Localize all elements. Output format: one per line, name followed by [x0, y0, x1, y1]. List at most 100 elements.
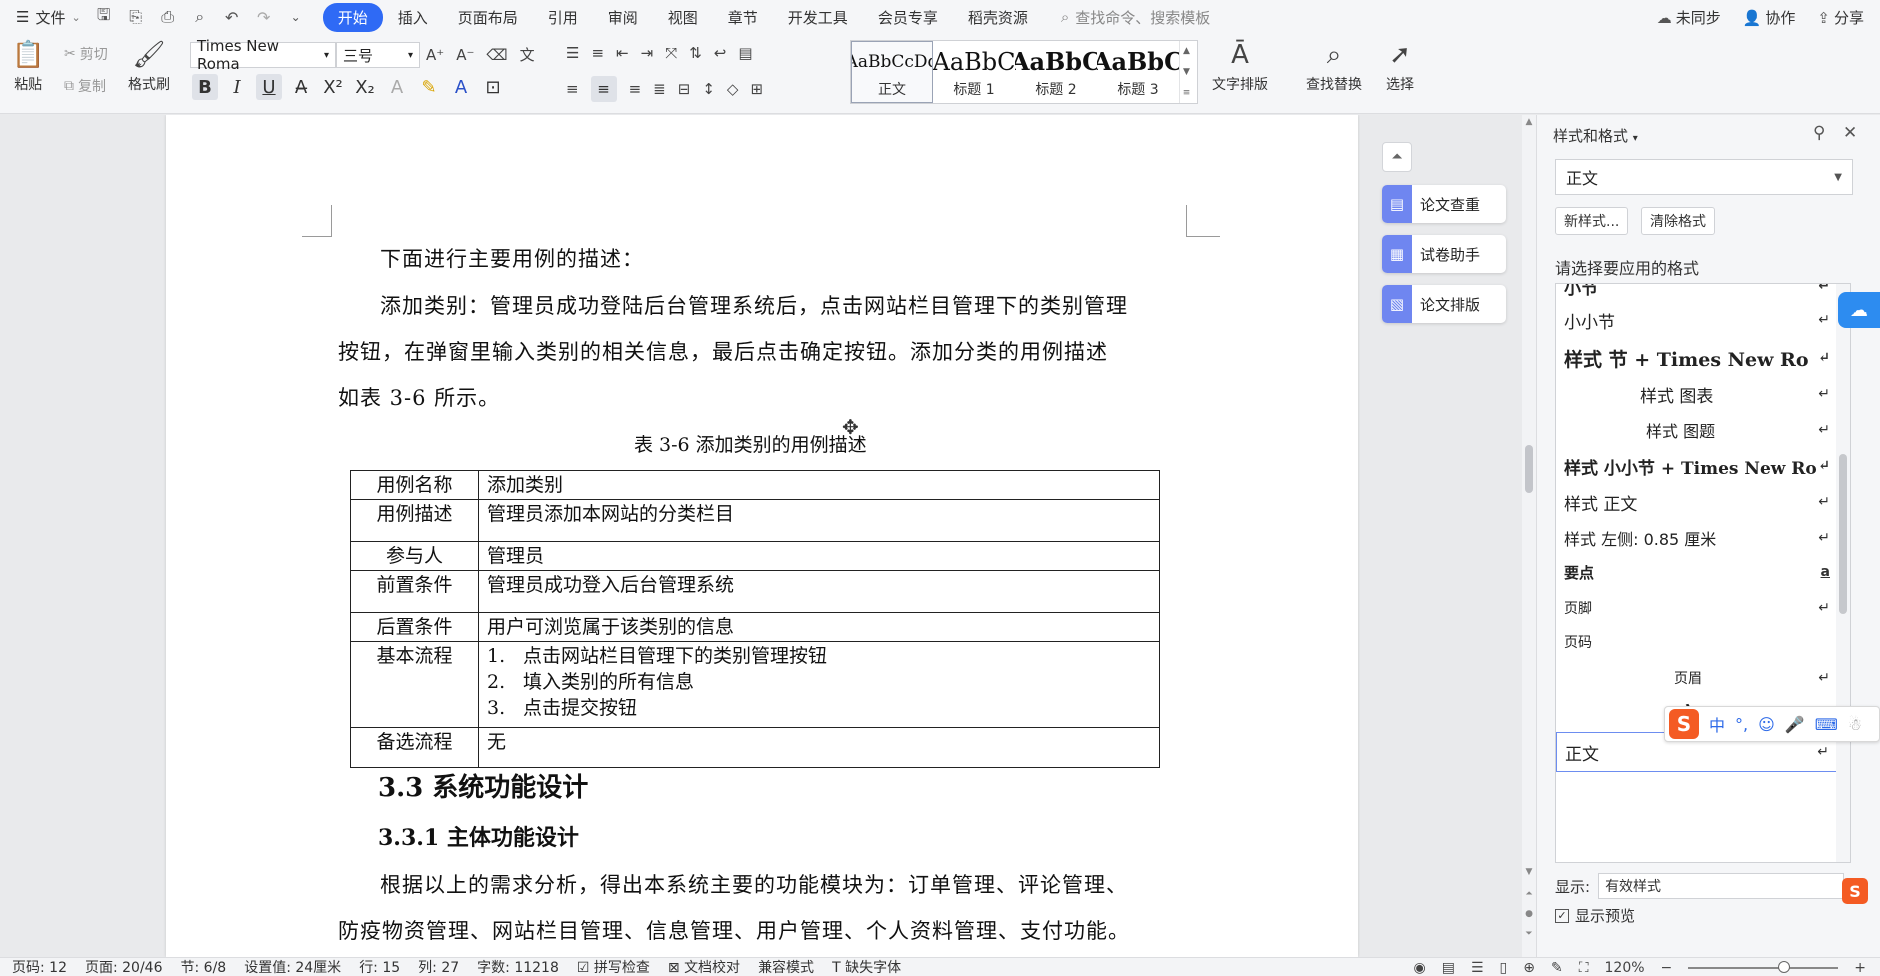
select-button[interactable]: ➚ 选择	[1386, 36, 1414, 94]
keyboard-icon[interactable]: ⌨	[1815, 715, 1838, 734]
text-layout-button[interactable]: Ā 文字排版	[1212, 36, 1268, 94]
status-word-count[interactable]: 字数: 11218	[477, 957, 559, 976]
subscript-button[interactable]: X₂	[352, 74, 378, 100]
tab-docer[interactable]: 稻壳资源	[953, 3, 1043, 32]
bold-button[interactable]: B	[192, 74, 218, 100]
zoom-slider-knob[interactable]	[1778, 960, 1791, 973]
style-item-section-tnr[interactable]: 样式 节 + Times New Ro ↵	[1556, 338, 1838, 378]
show-marks-icon[interactable]: ↩	[714, 44, 727, 62]
show-preview-checkbox[interactable]: ✓ 显示预览	[1555, 905, 1635, 926]
table-cell-key[interactable]: 后置条件	[350, 612, 479, 642]
clear-format-icon[interactable]: ⌫	[486, 46, 507, 64]
grow-font-icon[interactable]: A⁺	[426, 46, 444, 64]
sync-status[interactable]: ☁ 未同步	[1657, 7, 1721, 28]
increase-indent-icon[interactable]: ⇥	[641, 44, 654, 62]
tab-home[interactable]: 开始	[322, 2, 383, 32]
save-icon[interactable]: 🖫	[95, 4, 113, 31]
exam-assistant-button[interactable]: ▦ 试卷助手	[1382, 235, 1506, 273]
style-item-page-number[interactable]: 页码	[1556, 622, 1838, 662]
fit-page-icon[interactable]: ⛶	[1579, 960, 1589, 976]
emoji-icon[interactable]: ☺	[1758, 715, 1775, 734]
document-scrollbar[interactable]: ▲ ▼ ⏶ ● ⏷	[1522, 115, 1536, 957]
table-cell-value[interactable]: 管理员添加本网站的分类栏目	[478, 499, 1160, 542]
tab-review[interactable]: 审阅	[593, 3, 653, 32]
cloud-service-icon[interactable]: ☁	[1838, 292, 1880, 328]
next-page-icon[interactable]: ⏷	[1522, 929, 1536, 939]
shrink-font-icon[interactable]: A⁻	[456, 46, 474, 64]
scroll-thumb[interactable]	[1839, 454, 1847, 614]
justify-icon[interactable]: ≣	[653, 80, 666, 98]
clear-format-button[interactable]: 清除格式	[1641, 207, 1715, 235]
tab-references[interactable]: 引用	[533, 3, 593, 32]
style-item-keypoint[interactable]: 要点 a	[1556, 552, 1838, 592]
new-style-button[interactable]: 新样式...	[1555, 207, 1629, 235]
style-heading-1[interactable]: AaBbC 标题 1	[933, 41, 1015, 103]
underline-button[interactable]: U	[256, 74, 282, 100]
table-cell-key[interactable]: 用例描述	[350, 499, 479, 542]
style-item-chart[interactable]: 样式 图表 ↵	[1556, 374, 1838, 414]
status-pages[interactable]: 页面: 20/46	[85, 957, 163, 976]
table-cell-value[interactable]: 管理员	[478, 541, 1160, 571]
chinese-layout-icon[interactable]: ⤧	[665, 44, 677, 62]
zoom-in-icon[interactable]: +	[1854, 960, 1866, 976]
export-pdf-icon[interactable]: ⎘	[127, 7, 145, 27]
table-cell-key[interactable]: 前置条件	[350, 570, 479, 613]
table-cell-value[interactable]: 无	[478, 727, 1160, 768]
status-section[interactable]: 节: 6/8	[181, 957, 227, 976]
style-normal[interactable]: AaBbCcDd 正文	[851, 41, 933, 103]
tab-page-layout[interactable]: 页面布局	[443, 3, 533, 32]
paper-check-button[interactable]: ▤ 论文查重	[1382, 185, 1506, 223]
table-cell-value[interactable]: 添加类别	[478, 470, 1160, 500]
align-center-icon[interactable]: ≡	[590, 76, 617, 102]
undo-icon[interactable]: ↶	[223, 8, 241, 27]
collapse-tools-button[interactable]: ⏶	[1382, 142, 1412, 172]
print-preview-icon[interactable]: ⌕	[191, 7, 209, 27]
doc-check-button[interactable]: ⊠ 文档校对	[668, 957, 740, 976]
table-cell-key[interactable]: 备选流程	[350, 727, 479, 768]
copy-button[interactable]: ⧉ 复制	[64, 76, 108, 96]
table-cell-value[interactable]: 用户可浏览属于该类别的信息	[478, 612, 1160, 642]
sort-icon[interactable]: ⇅	[689, 44, 702, 62]
prev-page-icon[interactable]: ⏶	[1522, 889, 1536, 899]
document-page[interactable]: 下面进行主要用例的描述： 添加类别：管理员成功登陆后台管理系统后，点击网站栏目管…	[166, 115, 1358, 957]
command-search[interactable]: ⌕ 查找命令、搜索模板	[1061, 7, 1210, 28]
current-style-select[interactable]: 正文 ▼	[1555, 159, 1853, 195]
tab-view[interactable]: 视图	[653, 3, 713, 32]
phonetic-icon[interactable]: 文	[520, 44, 535, 65]
redo-icon[interactable]: ↷	[255, 8, 273, 27]
font-name-select[interactable]: Times New Roma ▾	[190, 37, 336, 73]
eye-protect-icon[interactable]: ◉	[1413, 960, 1425, 976]
table-cell-value[interactable]: 1. 点击网站栏目管理下的类别管理按钮 2. 填入类别的所有信息 3. 点击提交按钮	[478, 641, 1160, 728]
table-cell-key[interactable]: 用例名称	[350, 470, 479, 500]
table-cell-key[interactable]: 基本流程	[350, 641, 479, 728]
italic-button[interactable]: I	[224, 74, 250, 100]
ime-lang-toggle[interactable]: 中	[1709, 712, 1725, 736]
print-icon[interactable]: ⎙	[159, 7, 177, 27]
font-color-button[interactable]: A	[448, 74, 474, 100]
format-painter-button[interactable]: 🖌 格式刷	[128, 36, 170, 94]
style-item-subsubsection[interactable]: 小小节 ↵	[1556, 300, 1838, 340]
shading-icon[interactable]: ◇	[727, 80, 739, 98]
status-setting[interactable]: 设置值: 24厘米	[244, 957, 341, 976]
pane-title[interactable]: 样式和格式 ▾	[1553, 125, 1638, 146]
highlight-button[interactable]: ✎	[416, 74, 442, 100]
table-lines-icon[interactable]: ▤	[738, 44, 752, 62]
paper-layout-button[interactable]: ▧ 论文排版	[1382, 285, 1506, 323]
reading-view-icon[interactable]: ▯	[1500, 960, 1508, 976]
missing-font-button[interactable]: T 缺失字体	[832, 957, 901, 976]
bullet-list-icon[interactable]: ☰	[566, 44, 579, 62]
microphone-icon[interactable]: 🎤	[1785, 715, 1805, 734]
web-view-icon[interactable]: ⊕	[1523, 960, 1535, 976]
distribute-icon[interactable]: ⊟	[678, 80, 691, 98]
font-size-select[interactable]: 三号 ▾	[336, 42, 420, 68]
tab-section[interactable]: 章节	[713, 3, 773, 32]
table-cell-key[interactable]: 参与人	[350, 541, 479, 571]
tab-developer[interactable]: 开发工具	[773, 3, 863, 32]
align-right-icon[interactable]: ≡	[629, 80, 642, 98]
superscript-button[interactable]: X²	[320, 74, 346, 100]
style-item-body[interactable]: 样式 正文 ↵	[1556, 482, 1838, 522]
tab-member[interactable]: 会员专享	[863, 3, 953, 32]
style-heading-3[interactable]: AaBbC 标题 3	[1097, 41, 1179, 103]
cut-button[interactable]: ✂ 剪切	[64, 44, 108, 64]
tab-insert[interactable]: 插入	[383, 3, 443, 32]
